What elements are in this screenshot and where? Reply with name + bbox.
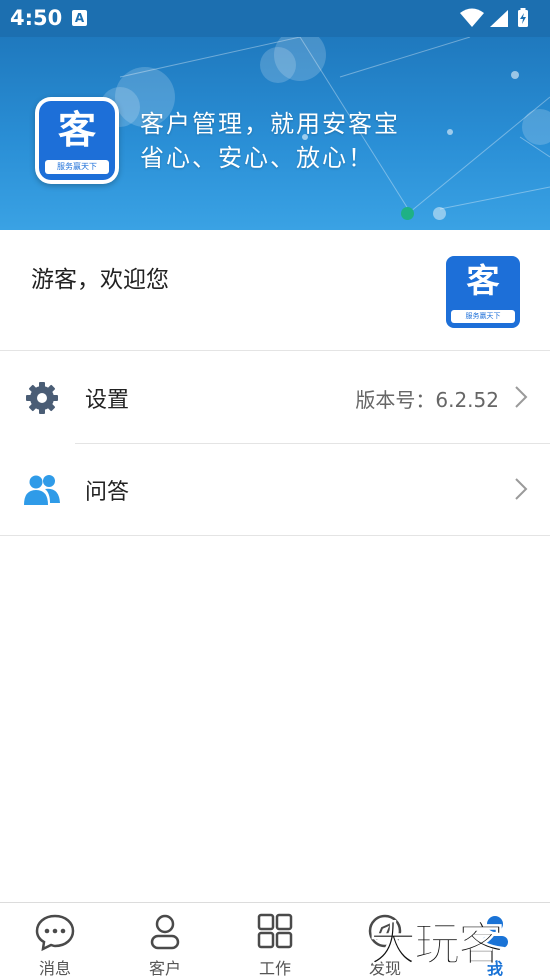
banner-slogan: 客户管理，就用安客宝 省心、安心、放心！ [140,107,400,175]
nav-label: 客户 [148,959,181,978]
pager-dot-active[interactable] [401,207,414,220]
gear-icon [26,382,58,414]
nav-messages[interactable]: 消息 [0,903,110,979]
qa-label: 问答 [85,480,130,505]
nav-label: 消息 [38,959,71,978]
wifi-icon [460,8,484,27]
chevron-right-icon [515,478,528,500]
nav-work[interactable]: 工作 [220,903,330,979]
watermark: 大玩客 [370,917,505,972]
signal-icon [490,10,508,27]
notification-icon: A [72,10,87,26]
promo-banner[interactable]: 客 服务赢天下 客户管理，就用安客宝 省心、安心、放心！ [0,37,550,230]
logo-subtext: 服务赢天下 [57,162,97,171]
divider [0,535,550,536]
pager-dot[interactable] [433,207,446,220]
settings-label: 设置 [85,388,130,413]
avatar[interactable]: 客 服务赢天下 [446,256,520,328]
grid-icon [257,913,293,949]
version-number: 版本号：6.2.52 [355,388,499,412]
qa-row[interactable]: 问答 [0,444,550,535]
slogan-line-2: 省心、安心、放心！ [140,144,374,172]
status-bar: 4:50 A [0,0,550,37]
welcome-section: 游客，欢迎您 客 服务赢天下 [0,230,550,351]
status-icons [460,8,528,27]
users-icon [24,475,60,505]
status-time: 4:50 [10,6,63,30]
nav-customers[interactable]: 客户 [110,903,220,979]
avatar-subtext: 服务赢天下 [465,312,501,320]
person-icon [150,914,180,950]
welcome-text: 游客，欢迎您 [31,267,169,293]
logo-glyph: 客 [57,108,96,152]
chat-bubble-icon [35,914,75,952]
settings-row[interactable]: 设置 版本号：6.2.52 [0,352,550,443]
nav-label: 工作 [258,959,291,978]
app-logo: 客 服务赢天下 [35,97,119,184]
chevron-right-icon [515,386,528,408]
avatar-glyph: 客 [466,261,500,300]
slogan-line-1: 客户管理，就用安客宝 [140,110,400,138]
